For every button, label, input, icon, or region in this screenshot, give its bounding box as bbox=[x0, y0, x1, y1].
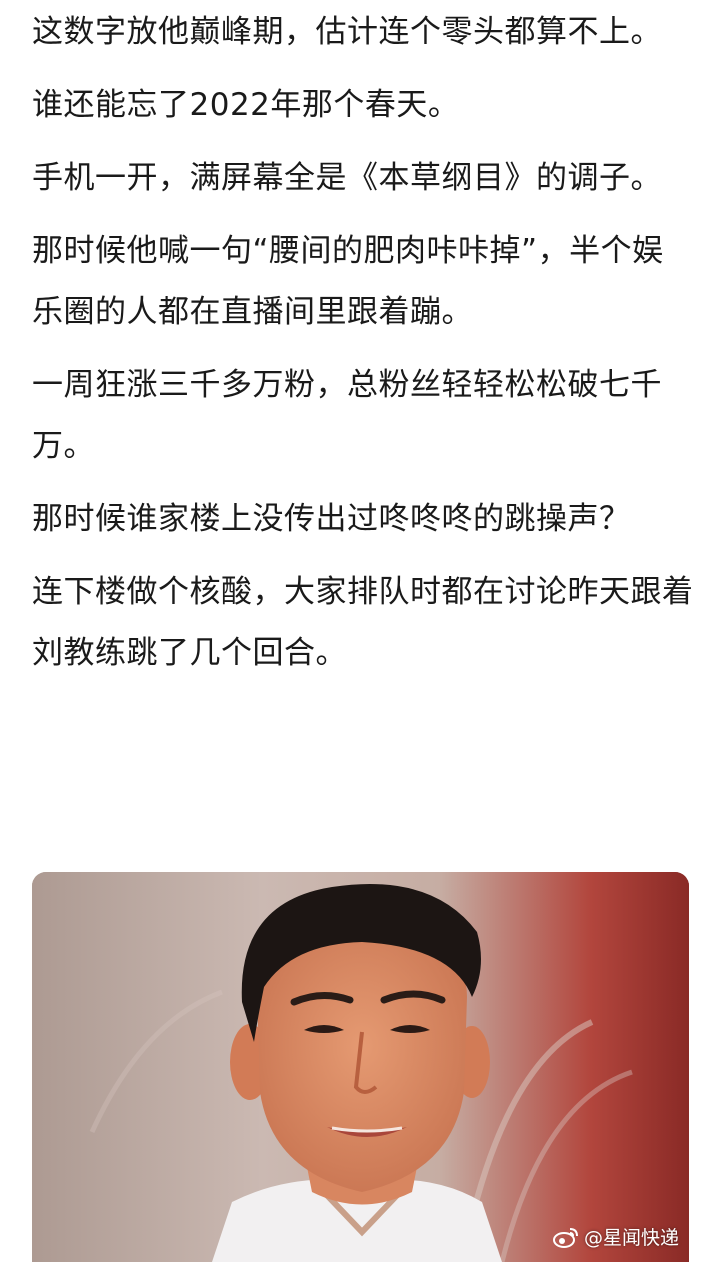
paragraph: 连下楼做个核酸，大家排队时都在讨论昨天跟着刘教练跳了几个回合。 bbox=[32, 574, 694, 671]
paragraph: 这数字放他巅峰期，估计连个零头都算不上。 bbox=[32, 14, 662, 50]
weibo-icon bbox=[552, 1227, 578, 1248]
watermark: @星闻快递 bbox=[552, 1223, 679, 1250]
article-body: 这数字放他巅峰期，估计连个零头都算不上。 谁还能忘了2022年那个春天。 手机一… bbox=[32, 0, 694, 696]
paragraph: 一周狂涨三千多万粉，总粉丝轻轻松松破七千万。 bbox=[32, 367, 662, 464]
watermark-text: @星闻快递 bbox=[583, 1227, 679, 1249]
paragraph: 那时候他喊一句“腰间的肥肉咔咔掉”，半个娱乐圈的人都在直播间里跟着蹦。 bbox=[32, 233, 664, 330]
paragraph: 手机一开，满屏幕全是《本草纲目》的调子。 bbox=[32, 160, 662, 196]
paragraph: 谁还能忘了2022年那个春天。 bbox=[32, 87, 460, 123]
photo-illustration bbox=[32, 872, 689, 1262]
paragraph: 那时候谁家楼上没传出过咚咚咚的跳操声？ bbox=[32, 501, 631, 537]
article-photo[interactable]: @星闻快递 bbox=[32, 872, 689, 1262]
